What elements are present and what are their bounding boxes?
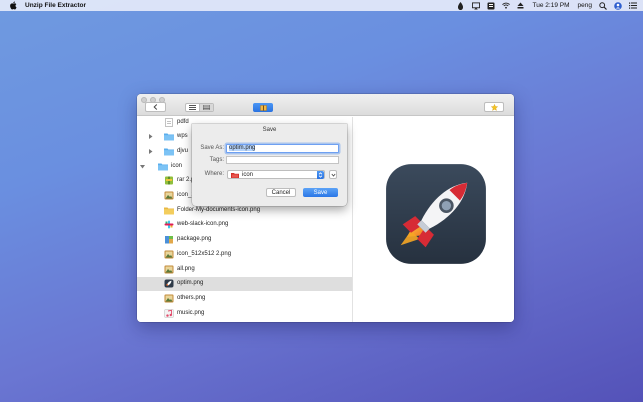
menubar-clock[interactable]: Tue 2:19 PM: [533, 2, 570, 9]
menu-bar: Unzip File Extractor Tue 2:19 PM peng: [0, 0, 643, 11]
list-view-icon: [189, 105, 196, 110]
image-icon: [164, 265, 174, 274]
file-row[interactable]: package.png: [137, 233, 353, 247]
archive-icon: [164, 176, 174, 185]
cancel-button[interactable]: Cancel: [266, 188, 296, 197]
where-stepper[interactable]: [317, 171, 324, 179]
dropbox-icon[interactable]: [457, 1, 465, 10]
airplay-icon[interactable]: [471, 1, 480, 10]
file-row[interactable]: others.png: [137, 291, 353, 305]
file-name: wps: [177, 133, 188, 140]
file-name: all.png: [177, 265, 195, 272]
folder-icon: [164, 147, 174, 156]
file-name: Folder-My-documents-icon.png: [177, 206, 261, 213]
slack-icon: [164, 220, 174, 229]
file-name: package.png: [177, 236, 212, 243]
where-select[interactable]: icon: [227, 170, 325, 179]
file-name: icon_512x512 2.png: [177, 250, 232, 257]
search-icon[interactable]: [599, 1, 607, 10]
column-view-icon: [203, 105, 210, 110]
status-area: Tue 2:19 PM peng: [450, 0, 637, 11]
eject-icon[interactable]: [517, 2, 525, 10]
save-as-label: Save As:: [200, 145, 224, 151]
keyboard-icon[interactable]: [487, 2, 495, 10]
image-icon: [164, 294, 174, 303]
column-view-button[interactable]: [199, 104, 213, 111]
archive-icon: [259, 104, 267, 111]
file-row[interactable]: icon_512x512 2.png: [137, 247, 353, 261]
tags-field[interactable]: [226, 156, 339, 164]
where-label: Where:: [204, 171, 224, 177]
menubar-user[interactable]: peng: [578, 2, 592, 9]
star-icon: [490, 103, 498, 111]
folder-icon: [164, 132, 174, 141]
file-row[interactable]: web-slack-icon.png: [137, 218, 353, 232]
save-button[interactable]: Save: [303, 188, 338, 197]
folder-icon: [158, 162, 168, 171]
package-icon: [164, 235, 174, 244]
chevron-down-icon: [330, 173, 336, 177]
disclosure-collapsed-icon[interactable]: [147, 134, 153, 140]
file-name: icon: [171, 162, 183, 169]
image-icon: [164, 250, 174, 259]
chevron-left-icon: [153, 104, 158, 110]
save-as-field[interactable]: optim.png: [226, 144, 339, 153]
view-mode-segmented-control[interactable]: [185, 103, 214, 112]
disclosure-collapsed-icon[interactable]: [147, 148, 153, 154]
save-dialog-title: Save: [262, 127, 277, 133]
file-row[interactable]: optim.png: [137, 276, 353, 291]
file-name: optim.png: [177, 280, 204, 287]
back-button[interactable]: [145, 102, 166, 112]
chevron-updown-icon: [318, 172, 323, 178]
folder-icon: [231, 172, 239, 178]
file-row[interactable]: music.png: [137, 306, 353, 320]
list-view-button[interactable]: [186, 104, 199, 111]
document-icon: [164, 117, 174, 127]
apple-icon[interactable]: [9, 1, 17, 10]
rocket-app-icon: [386, 164, 486, 264]
extract-button[interactable]: [253, 103, 273, 112]
file-name: music.png: [177, 309, 205, 316]
where-value: icon: [242, 171, 254, 178]
file-name: others.png: [177, 294, 206, 301]
user-badge-icon[interactable]: [614, 1, 622, 10]
rocket-icon: [164, 279, 174, 288]
image-icon: [164, 191, 174, 200]
save-dialog: Save Save As: optim.png Tags: Where: ico…: [192, 124, 347, 206]
file-name: djvu: [177, 147, 189, 154]
save-as-value: optim.png: [229, 145, 256, 151]
app-name-menu[interactable]: Unzip File Extractor: [25, 2, 86, 9]
wifi-icon[interactable]: [501, 2, 510, 10]
music-icon: [164, 308, 174, 318]
file-row[interactable]: all.png: [137, 262, 353, 276]
file-name: web-slack-icon.png: [177, 221, 229, 228]
tags-label: Tags:: [209, 157, 224, 163]
file-name: pdfd: [177, 118, 189, 125]
disclosure-expanded-icon[interactable]: [139, 163, 145, 169]
favorite-button[interactable]: [484, 102, 504, 112]
preview-pane: [353, 117, 514, 322]
window-titlebar: [137, 94, 514, 116]
list-icon[interactable]: [629, 2, 637, 10]
expand-dialog-button[interactable]: [329, 170, 337, 179]
folder-image-icon: [164, 206, 174, 215]
